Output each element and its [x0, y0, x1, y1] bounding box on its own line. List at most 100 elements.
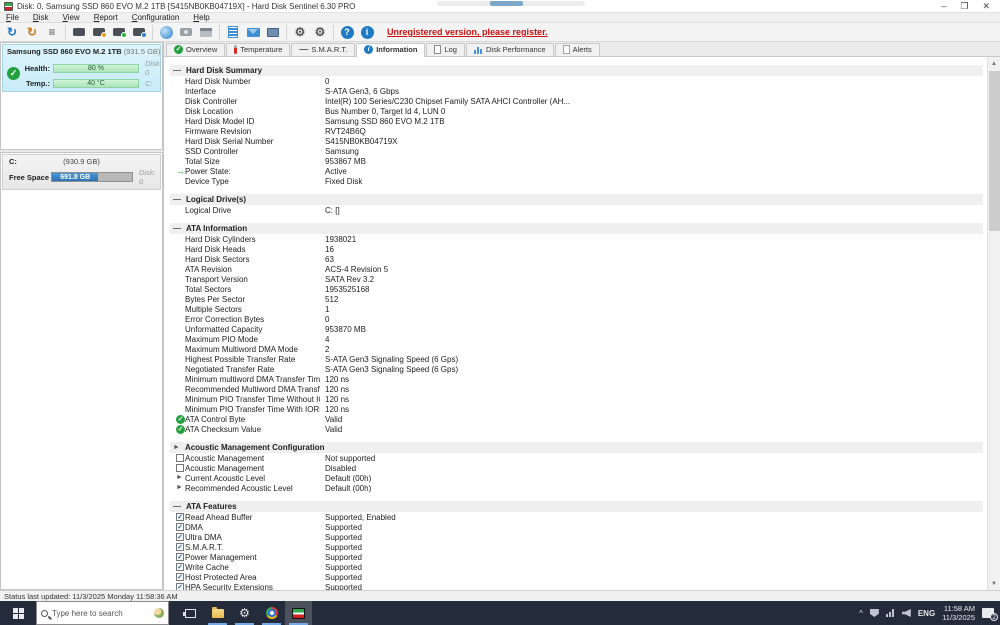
volume-icon[interactable] [901, 609, 911, 617]
checkbox-checked-icon[interactable]: ✓ [176, 533, 184, 541]
notes-icon[interactable] [225, 24, 241, 40]
disk-title: Samsung SSD 860 EVO M.2 1TB (931.5 GB) [7, 47, 161, 56]
refresh-disk-icon[interactable]: ↻ [24, 24, 40, 40]
section-header-3[interactable]: ► Acoustic Management Configuration [170, 442, 983, 453]
section-header-2[interactable]: — ATA Information [170, 223, 983, 234]
tab-label: Overview [186, 45, 218, 54]
toolbar-separator [65, 24, 66, 40]
disk-search-icon[interactable] [131, 24, 147, 40]
tab-temperature[interactable]: Temperature [226, 43, 291, 56]
info-row-value: RVT24B6Q [325, 126, 366, 136]
checkbox-checked-icon[interactable]: ✓ [176, 553, 184, 561]
shield-icon[interactable] [869, 609, 879, 617]
vertical-scrollbar[interactable]: ▲ ▼ [987, 57, 1000, 590]
weather-widget-icon[interactable] [154, 608, 164, 618]
info-row: Hard Disk Serial Number S415NB0KB04719X [170, 136, 983, 146]
info-row-label: Minimum PIO Transfer Time Without IORDY [185, 394, 320, 404]
tools-gear-icon[interactable]: ⚙ [312, 24, 328, 40]
camera-icon[interactable] [178, 24, 194, 40]
free-space-value: 691.8 GB [60, 174, 91, 181]
start-button[interactable] [0, 601, 36, 625]
section-header-1[interactable]: — Logical Drive(s) [170, 194, 983, 205]
menu-item-disk[interactable]: Disk [33, 13, 49, 22]
free-space-label: Free Space [9, 172, 50, 182]
checkbox-checked-icon[interactable]: ✓ [176, 513, 184, 521]
checkbox-checked-icon[interactable]: ✓ [176, 543, 184, 551]
checkbox-checked-icon[interactable]: ✓ [176, 583, 184, 590]
refresh-icon[interactable]: ↻ [4, 24, 20, 40]
overview-check-icon: ✓ [174, 45, 183, 54]
disk-item-samsung-ssd[interactable]: Samsung SSD 860 EVO M.2 1TB (931.5 GB) ✓… [2, 44, 162, 92]
info-row-label: Firmware Revision [185, 126, 252, 136]
info-row: Maximum Multiword DMA Mode 2 [170, 344, 983, 354]
register-link[interactable]: Unregistered version, please register. [387, 27, 548, 37]
help-icon[interactable]: ? [339, 24, 355, 40]
settings-icon[interactable]: ⚙ [231, 601, 258, 625]
info-circle-icon[interactable]: i [359, 24, 375, 40]
network-icon[interactable] [885, 609, 895, 617]
tab-label: S.M.A.R.T. [311, 45, 348, 54]
network-icon[interactable] [265, 24, 281, 40]
info-row-value: Default (00h) [325, 483, 372, 493]
info-row-label: Host Protected Area [185, 572, 257, 582]
globe-icon[interactable] [158, 24, 174, 40]
menu-item-file[interactable]: File [6, 13, 19, 22]
minus-icon: — [173, 194, 181, 204]
close-button[interactable]: ✕ [982, 1, 990, 12]
info-row: ✓ Ultra DMA Supported [170, 532, 983, 542]
hds-icon[interactable] [285, 601, 312, 625]
tab-disk-performance[interactable]: Disk Performance [465, 43, 554, 56]
section-header-0[interactable]: — Hard Disk Summary [170, 65, 983, 76]
settings-gear-icon[interactable]: ⚙ [292, 24, 308, 40]
tab-alerts[interactable]: Alerts [554, 43, 600, 56]
partition-list: C: (930.9 GB) Free Space 691.8 GB Disk: … [0, 152, 163, 590]
tray-chevron-icon[interactable]: ^ [859, 609, 863, 618]
disk-clock-icon[interactable] [91, 24, 107, 40]
checkbox-checked-icon[interactable]: ✓ [176, 563, 184, 571]
alerts-page-icon [562, 45, 570, 54]
report-lines-icon[interactable]: ≡ [44, 24, 60, 40]
info-row-value: Not supported [325, 453, 376, 463]
tab-overview[interactable]: ✓ Overview [166, 43, 226, 56]
checkbox-checked-icon[interactable]: ✓ [176, 573, 184, 581]
printer-icon[interactable] [198, 24, 214, 40]
clock[interactable]: 11:58 AM 11/3/2025 [942, 604, 975, 622]
checkbox-unchecked-icon[interactable] [176, 464, 184, 472]
menu-item-view[interactable]: View [62, 13, 79, 22]
taskbar-search[interactable]: Type here to search [36, 601, 169, 625]
info-row-value: Supported [325, 562, 362, 572]
section-header-4[interactable]: — ATA Features [170, 501, 983, 512]
info-row-value: Valid [325, 414, 343, 424]
chrome-icon[interactable] [258, 601, 285, 625]
scrollbar-thumb[interactable] [989, 71, 1000, 231]
disk-icon[interactable] [71, 24, 87, 40]
menu-item-configuration[interactable]: Configuration [132, 13, 180, 22]
mail-icon[interactable] [245, 24, 261, 40]
file-explorer-icon[interactable] [204, 601, 231, 625]
notification-center-icon[interactable]: 2 [982, 608, 998, 621]
checkbox-unchecked-icon[interactable] [176, 454, 184, 462]
temp-drive-letter: C: [145, 79, 153, 88]
checkbox-checked-icon[interactable]: ✓ [176, 523, 184, 531]
speaker-icon: ► [176, 484, 183, 491]
menu-item-help[interactable]: Help [193, 13, 209, 22]
tab-s-m-a-r-t-[interactable]: — S.M.A.R.T. [291, 43, 356, 56]
info-row-value: 4 [325, 334, 330, 344]
language-indicator[interactable]: ENG [918, 609, 935, 618]
tab-log[interactable]: Log [426, 43, 465, 56]
partition-item-c[interactable]: C: (930.9 GB) Free Space 691.8 GB Disk: … [2, 154, 161, 190]
tab-information[interactable]: i Information [356, 43, 426, 57]
disk-check-icon[interactable] [111, 24, 127, 40]
info-row-label: Maximum PIO Mode [185, 334, 258, 344]
restore-button[interactable]: ❐ [960, 1, 968, 12]
minimize-button[interactable]: – [941, 1, 946, 12]
info-row: Disk Controller Intel(R) 100 Series/C230 … [170, 96, 983, 106]
menu-item-report[interactable]: Report [94, 13, 118, 22]
scroll-up-icon[interactable]: ▲ [988, 57, 1000, 70]
scroll-down-icon[interactable]: ▼ [988, 577, 1000, 590]
section-title: Hard Disk Summary [186, 66, 263, 75]
info-row-value: Supported [325, 532, 362, 542]
info-row-value: 16 [325, 244, 334, 254]
task-view-icon[interactable] [177, 601, 204, 625]
hds-logo-icon [4, 1, 13, 11]
